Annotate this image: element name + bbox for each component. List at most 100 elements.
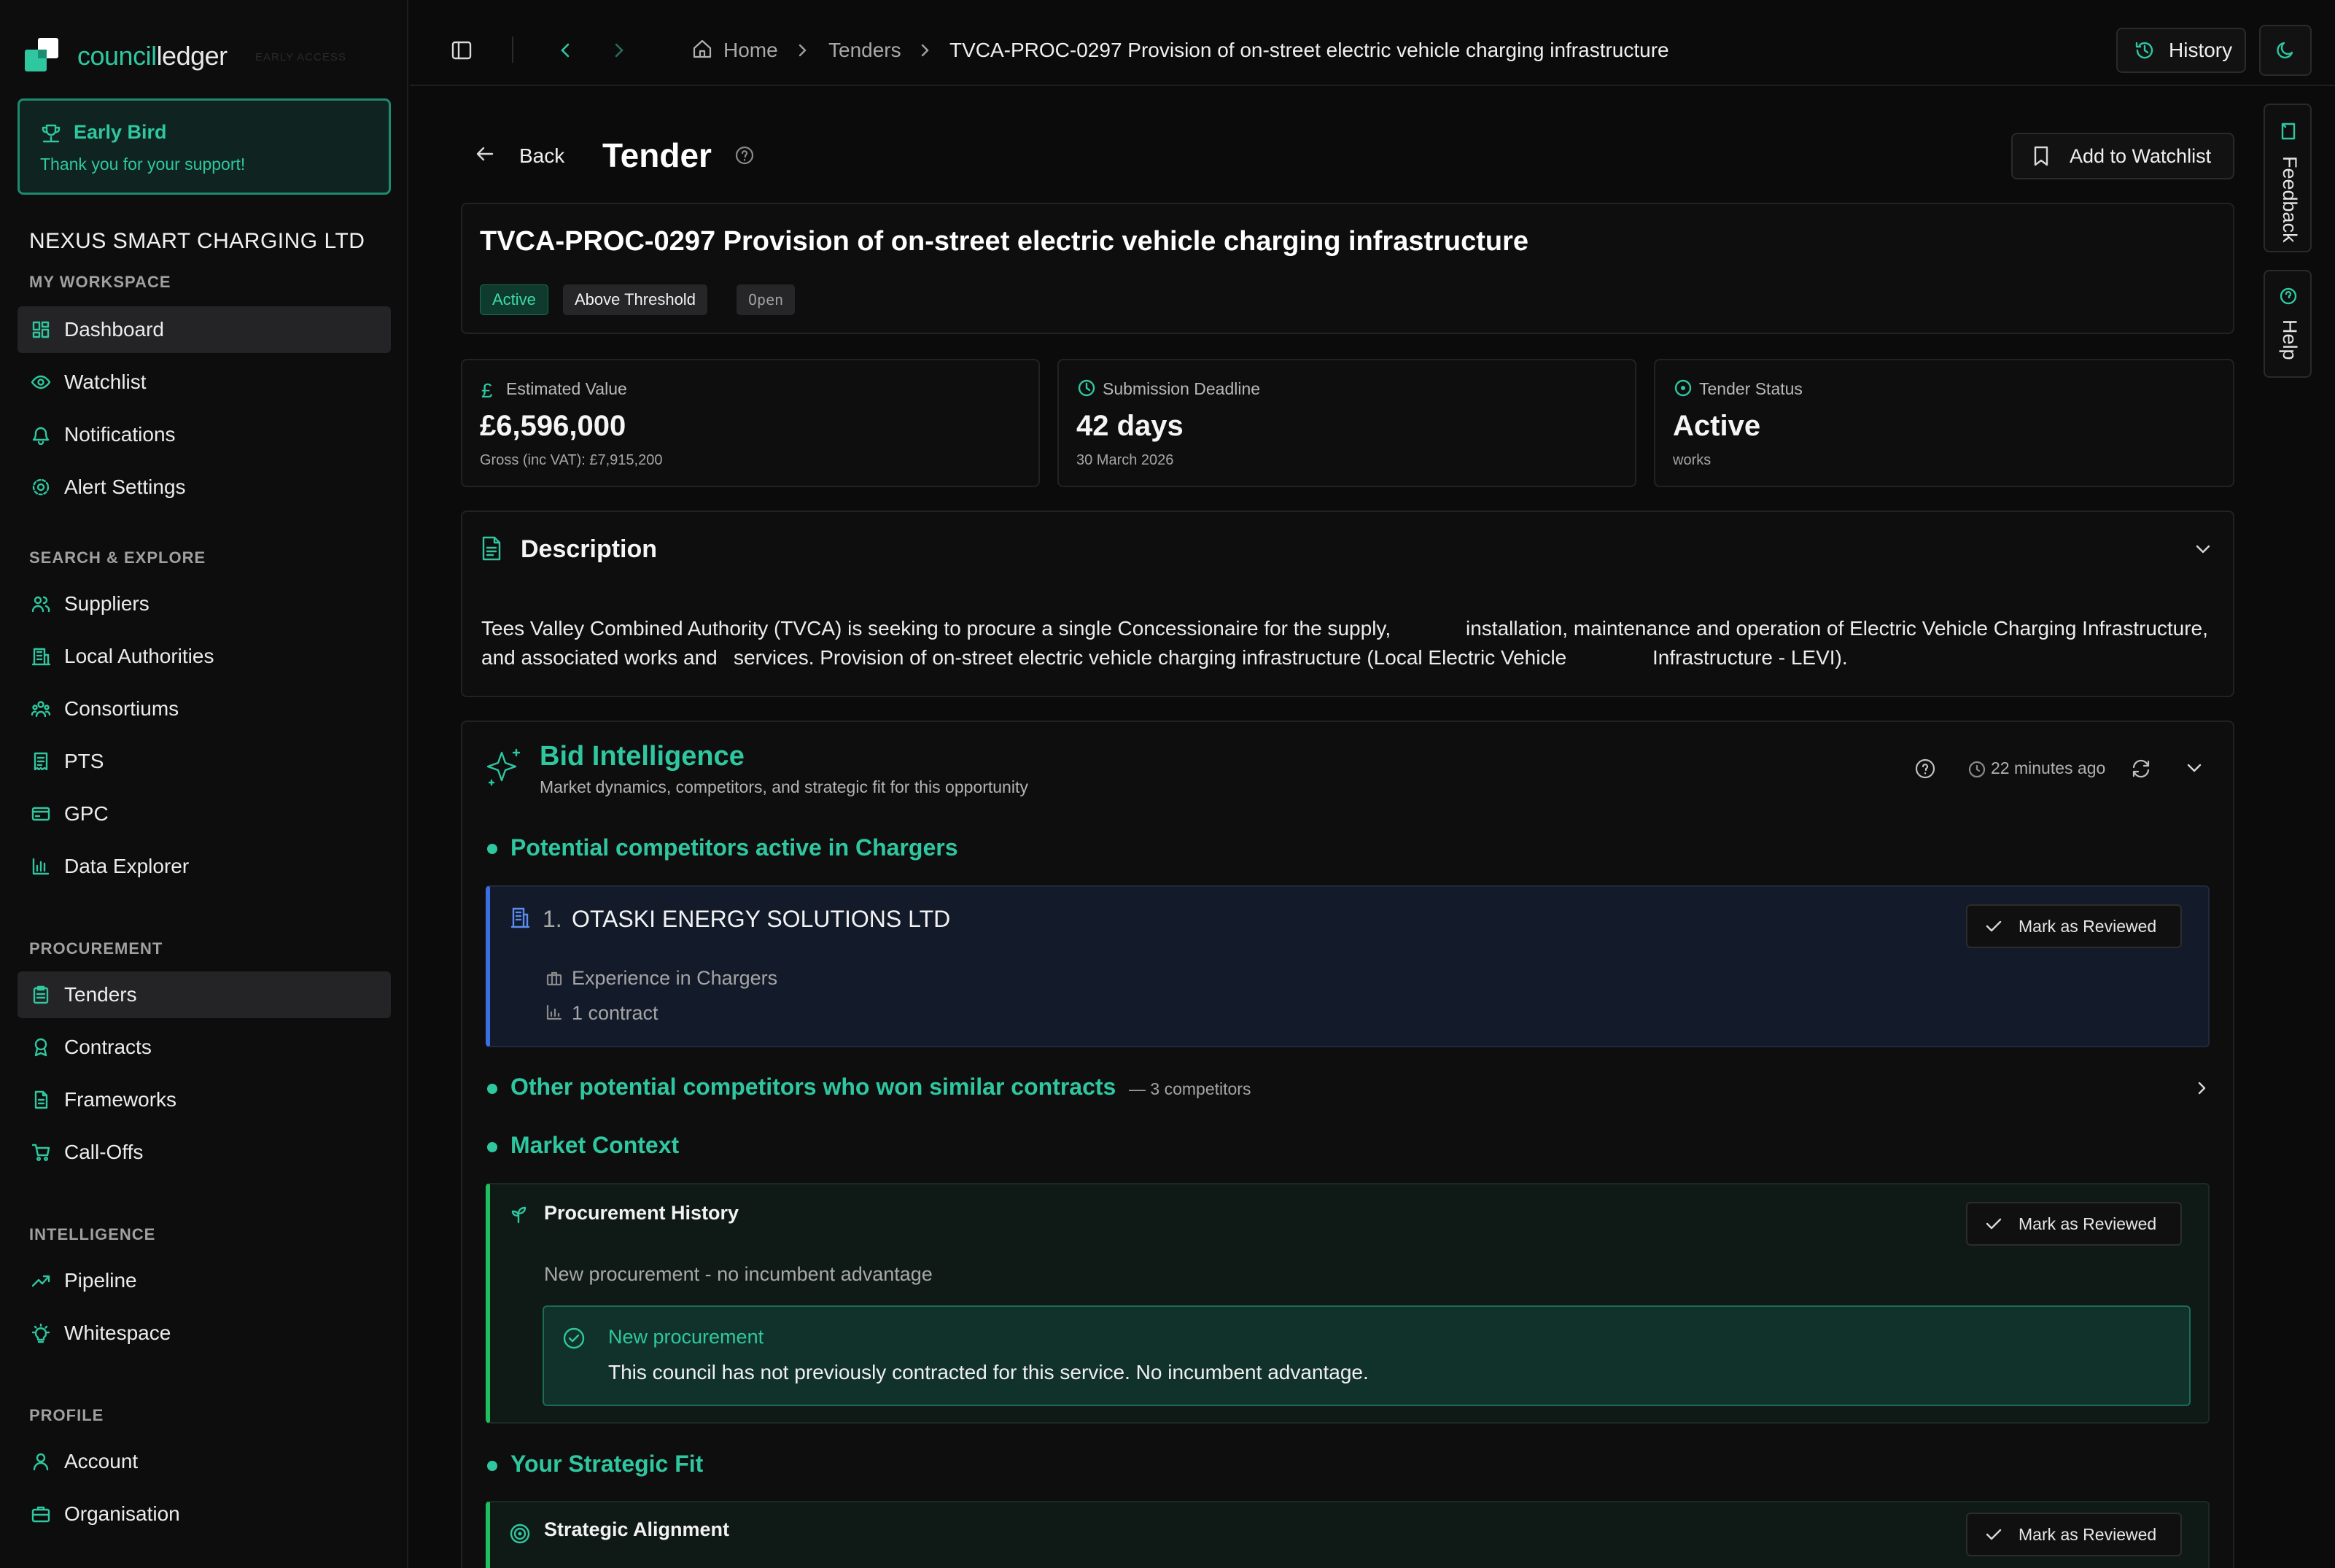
watchlist-label: Add to Watchlist xyxy=(2070,144,2212,167)
dashboard-icon xyxy=(32,321,50,338)
sidebar-item-notifications[interactable]: Notifications xyxy=(18,411,391,458)
breadcrumb-home[interactable]: Home xyxy=(723,39,778,62)
other-competitors-heading[interactable]: Other potential competitors who won simi… xyxy=(510,1074,1116,1101)
other-competitors-count: — 3 competitors xyxy=(1129,1079,1251,1098)
arrow-left-icon[interactable] xyxy=(474,143,496,165)
sidebar-item-account[interactable]: Account xyxy=(18,1438,391,1485)
description-line-2a: and associated works and xyxy=(481,646,718,669)
check-icon xyxy=(1986,1529,2002,1540)
early-bird-card: Early Bird Thank you for your support! xyxy=(18,98,391,195)
check-icon xyxy=(1986,1218,2002,1230)
section-title-profile: PROFILE xyxy=(29,1406,104,1424)
deadline-date: 30 March 2026 xyxy=(1076,452,1174,468)
document-icon xyxy=(34,1090,48,1109)
sidebar-toggle-icon[interactable] xyxy=(451,39,473,61)
sidebar-item-alert-settings[interactable]: Alert Settings xyxy=(18,464,391,511)
top-bar: Home Tenders TVCA-PROC-0297 Provision of… xyxy=(410,0,2335,86)
help-circle-icon[interactable] xyxy=(734,144,755,166)
back-button[interactable]: Back xyxy=(519,144,564,168)
refresh-icon[interactable] xyxy=(2129,757,2153,780)
sidebar-item-suppliers[interactable]: Suppliers xyxy=(18,581,391,627)
chevron-right-icon[interactable] xyxy=(2194,1079,2210,1097)
sidebar-item-frameworks[interactable]: Frameworks xyxy=(18,1076,391,1123)
back-nav-icon[interactable] xyxy=(557,41,575,60)
feedback-label: Feedback xyxy=(2279,156,2301,243)
sidebar-item-label: Account xyxy=(64,1450,139,1472)
sidebar-item-dashboard[interactable]: Dashboard xyxy=(18,306,391,353)
check-icon xyxy=(1986,920,2002,932)
sidebar-item-call-offs[interactable]: Call-Offs xyxy=(18,1129,391,1176)
sidebar-item-contracts[interactable]: Contracts xyxy=(18,1024,391,1071)
history-icon xyxy=(2135,42,2153,59)
sidebar-item-watchlist[interactable]: Watchlist xyxy=(18,359,391,405)
sidebar-item-local-authorities[interactable]: Local Authorities xyxy=(18,633,391,680)
mark-reviewed-button[interactable]: Mark as Reviewed xyxy=(1966,1513,2182,1556)
bar-chart-icon xyxy=(545,1004,563,1021)
status-value: Active xyxy=(1673,410,1761,442)
users-icon xyxy=(31,596,50,613)
sidebar-item-data-explorer[interactable]: Data Explorer xyxy=(18,843,391,890)
description-line-1a: Tees Valley Combined Authority (TVCA) is… xyxy=(481,617,1391,640)
chevron-down-icon[interactable] xyxy=(2194,541,2212,557)
user-icon xyxy=(33,1453,49,1471)
bookmark-icon xyxy=(2034,146,2048,166)
section-title-intelligence: INTELLIGENCE xyxy=(29,1225,156,1243)
history-button[interactable]: History xyxy=(2116,28,2246,73)
bid-intelligence-title: Bid Intelligence xyxy=(540,741,745,772)
new-procurement-text: This council has not previously contract… xyxy=(608,1361,1369,1383)
sidebar-item-pts[interactable]: PTS xyxy=(18,738,391,785)
description-title: Description xyxy=(521,535,658,563)
chevron-right-icon xyxy=(795,42,809,58)
sidebar-item-consortiums[interactable]: Consortiums xyxy=(18,686,391,732)
section-title-search: SEARCH & EXPLORE xyxy=(29,548,206,567)
sidebar-item-tenders[interactable]: Tenders xyxy=(18,971,391,1018)
help-label: Help xyxy=(2279,319,2301,360)
tender-header-card: TVCA-PROC-0297 Provision of on-street el… xyxy=(461,203,2234,334)
mark-reviewed-label: Mark as Reviewed xyxy=(2019,1214,2157,1233)
chevron-down-icon[interactable] xyxy=(2185,760,2204,776)
sidebar-item-gpc[interactable]: GPC xyxy=(18,791,391,837)
feedback-icon xyxy=(2278,121,2299,141)
sidebar-item-label: Whitespace xyxy=(64,1321,171,1344)
feedback-tab[interactable]: Feedback xyxy=(2264,104,2312,252)
forward-nav-icon[interactable] xyxy=(610,41,627,60)
help-circle-icon[interactable] xyxy=(1914,757,1937,780)
competitors-heading: Potential competitors active in Chargers xyxy=(510,834,958,861)
group-icon xyxy=(31,701,51,718)
sidebar-item-organisation[interactable]: Organisation xyxy=(18,1491,391,1537)
competitor-contracts: 1 contract xyxy=(572,1002,658,1024)
deadline-days: 42 days xyxy=(1076,410,1184,442)
bid-intelligence-card: Bid Intelligence Market dynamics, compet… xyxy=(461,721,2234,1568)
competitor-name[interactable]: OTASKI ENERGY SOLUTIONS LTD xyxy=(572,906,950,933)
competitor-rank: 1. xyxy=(543,906,562,932)
brand-name[interactable]: councilledger xyxy=(77,41,228,71)
new-procurement-callout: New procurement This council has not pre… xyxy=(543,1305,2191,1406)
help-tab[interactable]: Help xyxy=(2264,270,2312,378)
description-card: Description Tees Valley Combined Authori… xyxy=(461,511,2234,697)
add-to-watchlist-button[interactable]: Add to Watchlist xyxy=(2011,133,2234,179)
mark-reviewed-button[interactable]: Mark as Reviewed xyxy=(1966,1202,2182,1246)
status-badge: Active xyxy=(480,284,548,315)
estimated-value: £6,596,000 xyxy=(480,410,626,442)
mark-reviewed-label: Mark as Reviewed xyxy=(2019,916,2157,936)
description-line-2c: Infrastructure - LEVI). xyxy=(1652,646,1848,669)
target-icon xyxy=(509,1523,531,1545)
sidebar-item-label: PTS xyxy=(64,750,104,772)
cart-icon xyxy=(31,1144,50,1162)
bid-intelligence-subtitle: Market dynamics, competitors, and strate… xyxy=(540,777,1028,796)
sidebar-item-pipeline[interactable]: Pipeline xyxy=(18,1257,391,1304)
competitor-card: 1. OTASKI ENERGY SOLUTIONS LTD Experienc… xyxy=(486,885,2210,1047)
divider xyxy=(512,36,513,63)
sidebar-item-whitespace[interactable]: Whitespace xyxy=(18,1310,391,1357)
file-text-icon xyxy=(480,535,503,562)
sparkles-icon xyxy=(484,747,525,791)
mark-reviewed-button[interactable]: Mark as Reviewed xyxy=(1966,904,2182,948)
strategic-alignment-card: Strategic Alignment Mark as Reviewed xyxy=(486,1501,2210,1568)
breadcrumb-tenders[interactable]: Tenders xyxy=(828,39,901,62)
last-updated: 22 minutes ago xyxy=(1991,758,2106,777)
sidebar-item-label: Pipeline xyxy=(64,1269,137,1292)
sidebar-item-label: Consortiums xyxy=(64,697,179,720)
theme-toggle-button[interactable] xyxy=(2259,25,2312,76)
sidebar-item-label: Watchlist xyxy=(64,370,147,393)
sprout-icon xyxy=(509,1205,528,1224)
